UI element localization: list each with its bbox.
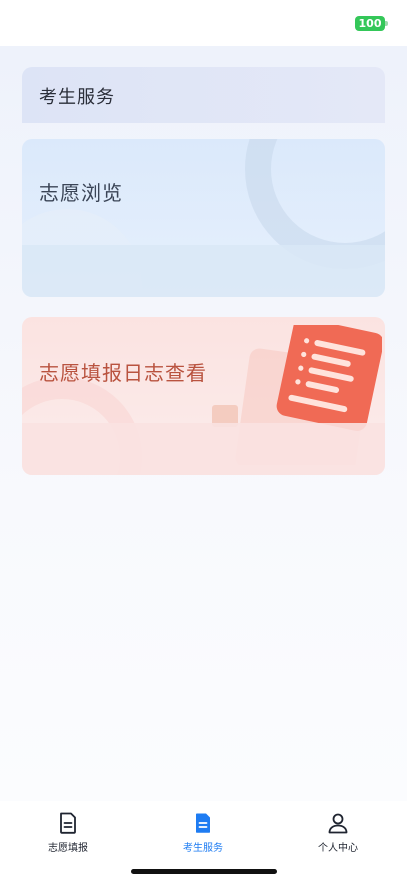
volunteer-browse-title: 志愿浏览 [39, 181, 123, 205]
home-indicator [131, 869, 277, 874]
document-icon [60, 812, 76, 834]
battery-indicator: 100 [355, 16, 385, 31]
card-footer-band [22, 245, 385, 297]
document-filled-icon [196, 813, 210, 833]
tab-label: 志愿填报 [48, 843, 88, 854]
tab-personal-center[interactable]: 个人中心 [288, 811, 388, 861]
tab-label: 个人中心 [318, 843, 358, 854]
tab-label: 考生服务 [183, 843, 223, 854]
tab-candidate-services[interactable]: 考生服务 [153, 811, 253, 861]
section-header: 考生服务 [22, 67, 385, 123]
person-icon [328, 813, 348, 834]
volunteer-log-card[interactable]: 志愿填报日志查看 [22, 317, 385, 475]
volunteer-browse-card[interactable]: 志愿浏览 [22, 139, 385, 297]
status-bar: 100 [0, 0, 407, 46]
page-title: 考生服务 [39, 87, 115, 108]
card-footer-band [22, 423, 385, 475]
battery-tip [385, 21, 388, 26]
tab-volunteer-fill[interactable]: 志愿填报 [18, 811, 118, 861]
volunteer-log-title: 志愿填报日志查看 [39, 361, 207, 385]
